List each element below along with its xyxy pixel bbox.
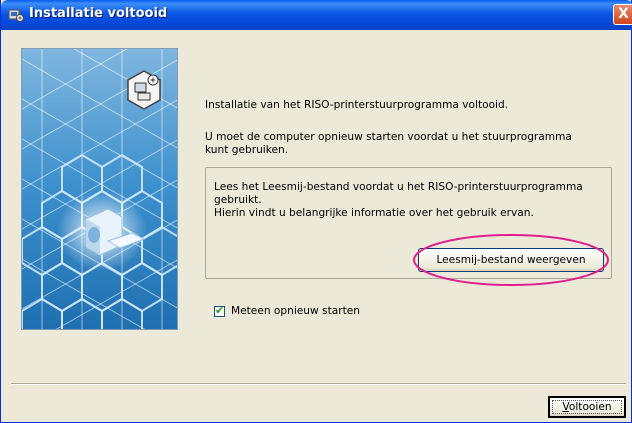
checkmark-icon: ✔ (215, 304, 225, 317)
finish-button[interactable]: Voltooien (548, 396, 626, 418)
readme-notice-line3: Hierin vindt u belangrijke informatie ov… (214, 207, 534, 219)
title-bar[interactable]: Installatie voltooid X (1, 0, 632, 30)
finish-button-label: Voltooien (562, 401, 612, 413)
restart-notice-line2: kunt gebruiken. (205, 144, 289, 156)
readme-notice-line2: gebruikt. (214, 194, 262, 206)
close-icon: X (618, 6, 629, 22)
close-button[interactable]: X (613, 4, 632, 25)
highlight-annotation (413, 234, 609, 286)
side-banner-image (21, 48, 178, 330)
hexagon-pattern (22, 49, 177, 329)
printer-computer-icon (127, 70, 161, 110)
completion-message: Installatie van het RISO-printerstuurpro… (205, 99, 509, 111)
installer-icon (8, 9, 24, 22)
window-title: Installatie voltooid (29, 6, 168, 21)
installer-window: Installatie voltooid X Installatie van h… (0, 0, 632, 423)
restart-notice-line1: U moet de computer opnieuw starten voord… (205, 131, 572, 143)
restart-now-label[interactable]: Meteen opnieuw starten (231, 305, 360, 317)
readme-notice-line1: Lees het Leesmij-bestand voordat u het R… (214, 181, 583, 193)
footer-divider (11, 383, 626, 385)
restart-now-checkbox[interactable]: ✔ (214, 304, 225, 317)
